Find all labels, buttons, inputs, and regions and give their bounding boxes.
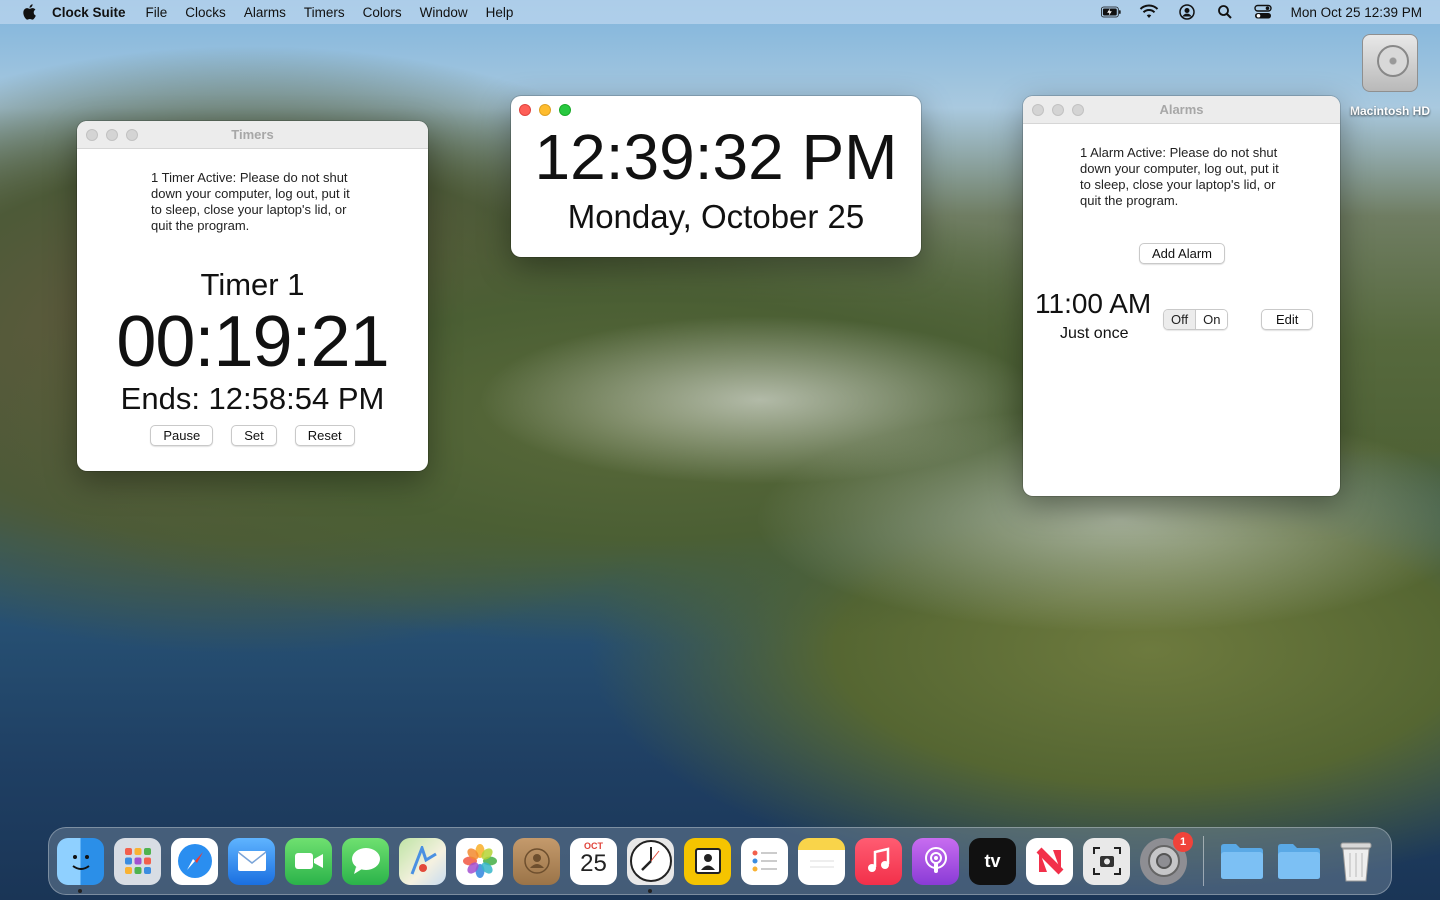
- minimize-button[interactable]: [539, 104, 551, 116]
- notes-icon[interactable]: [798, 837, 845, 885]
- set-button[interactable]: Set: [231, 425, 277, 446]
- macintosh-hd-desktop-icon[interactable]: Macintosh HD: [1340, 34, 1440, 118]
- contacts-icon[interactable]: [513, 837, 560, 885]
- system-preferences-icon[interactable]: 1: [1140, 831, 1193, 885]
- zoom-button[interactable]: [559, 104, 571, 116]
- menu-timers[interactable]: Timers: [304, 5, 345, 20]
- folder-icon[interactable]: [1218, 838, 1265, 885]
- launchpad-icon[interactable]: [114, 837, 161, 885]
- user-icon[interactable]: [1177, 4, 1197, 20]
- close-button[interactable]: [86, 129, 98, 141]
- menu-bar: Clock Suite File Clocks Alarms Timers Co…: [0, 0, 1440, 24]
- calendar-month: OCT: [584, 840, 603, 851]
- timers-titlebar[interactable]: Timers: [77, 121, 428, 149]
- preview-icon[interactable]: [684, 837, 731, 885]
- close-button[interactable]: [1032, 104, 1044, 116]
- control-center-icon[interactable]: [1253, 4, 1273, 20]
- messages-icon[interactable]: [342, 837, 389, 885]
- add-alarm-button[interactable]: Add Alarm: [1139, 243, 1225, 264]
- running-indicator: [78, 888, 82, 893]
- mail-icon[interactable]: [228, 837, 275, 885]
- window-title: Timers: [231, 127, 274, 142]
- menu-alarms[interactable]: Alarms: [244, 5, 286, 20]
- clock-date: Monday, October 25: [567, 198, 865, 235]
- calendar-icon[interactable]: OCT 25: [570, 837, 617, 885]
- apple-menu-icon[interactable]: [20, 3, 38, 21]
- dock: OCT 25 tv 1: [48, 827, 1392, 895]
- running-indicator: [648, 888, 652, 893]
- menu-file[interactable]: File: [146, 5, 168, 20]
- podcasts-icon[interactable]: [912, 837, 959, 885]
- reminders-icon[interactable]: [741, 837, 788, 885]
- menu-colors[interactable]: Colors: [363, 5, 402, 20]
- trash-icon[interactable]: [1332, 838, 1379, 885]
- calendar-day: 25: [580, 849, 607, 877]
- window-title: Alarms: [1159, 102, 1204, 117]
- battery-icon[interactable]: [1100, 4, 1121, 20]
- tv-icon[interactable]: tv: [969, 837, 1016, 885]
- clock-time: 12:39:32 PM: [534, 121, 898, 193]
- news-icon[interactable]: [1026, 837, 1073, 885]
- minimize-button[interactable]: [1052, 104, 1064, 116]
- pause-button[interactable]: Pause: [150, 425, 214, 446]
- tv-icon-label: tv: [984, 850, 1001, 871]
- search-icon[interactable]: [1215, 4, 1235, 20]
- facetime-icon[interactable]: [285, 837, 332, 885]
- wifi-icon[interactable]: [1139, 4, 1159, 20]
- zoom-button[interactable]: [126, 129, 138, 141]
- alarms-window: Alarms 1 Alarm Active: Please do not shu…: [1023, 96, 1340, 496]
- window-controls: [1032, 104, 1084, 116]
- alarm-on-off-toggle: Off On: [1163, 309, 1229, 330]
- finder-icon[interactable]: [57, 837, 104, 893]
- clock-icon[interactable]: [627, 837, 674, 893]
- timer-buttons: Pause Set Reset: [77, 425, 428, 446]
- maps-icon[interactable]: [399, 837, 446, 885]
- menu-window[interactable]: Window: [420, 5, 468, 20]
- window-controls: [519, 104, 571, 116]
- alarm-time: 11:00 AM: [1035, 288, 1152, 319]
- photos-icon[interactable]: [456, 837, 503, 885]
- alarm-repeat: Just once: [1060, 325, 1129, 342]
- dock-separator: [1203, 836, 1204, 886]
- disk-label: Macintosh HD: [1349, 104, 1430, 118]
- close-button[interactable]: [519, 104, 531, 116]
- menu-app-name[interactable]: Clock Suite: [52, 5, 126, 20]
- timer-name: Timer 1: [200, 267, 305, 302]
- screenshot-icon[interactable]: [1083, 837, 1130, 885]
- music-icon[interactable]: [855, 837, 902, 885]
- zoom-button[interactable]: [1072, 104, 1084, 116]
- window-controls: [86, 129, 138, 141]
- alarm-on-segment[interactable]: On: [1196, 310, 1228, 329]
- timer-warning-text: 1 Timer Active: Please do not shut down …: [151, 170, 350, 233]
- reset-button[interactable]: Reset: [294, 425, 355, 446]
- alarms-titlebar[interactable]: Alarms: [1023, 96, 1340, 124]
- clock-window: 12:39:32 PM Monday, October 25: [511, 96, 921, 257]
- menu-clock[interactable]: Mon Oct 25 12:39 PM: [1291, 5, 1422, 20]
- timer-countdown: 00:19:21: [116, 302, 389, 382]
- alarm-off-segment[interactable]: Off: [1164, 310, 1197, 329]
- timers-window: Timers 1 Timer Active: Please do not shu…: [77, 121, 428, 471]
- notification-badge: 1: [1173, 831, 1193, 852]
- menu-help[interactable]: Help: [486, 5, 514, 20]
- folder-icon[interactable]: [1275, 838, 1322, 885]
- alarm-warning-text: 1 Alarm Active: Please do not shut down …: [1080, 145, 1279, 208]
- minimize-button[interactable]: [106, 129, 118, 141]
- timer-end-time: Ends: 12:58:54 PM: [120, 381, 385, 416]
- safari-icon[interactable]: [171, 837, 218, 885]
- menu-clocks[interactable]: Clocks: [185, 5, 226, 20]
- hard-disk-icon: [1362, 34, 1418, 92]
- edit-alarm-button[interactable]: Edit: [1261, 309, 1314, 330]
